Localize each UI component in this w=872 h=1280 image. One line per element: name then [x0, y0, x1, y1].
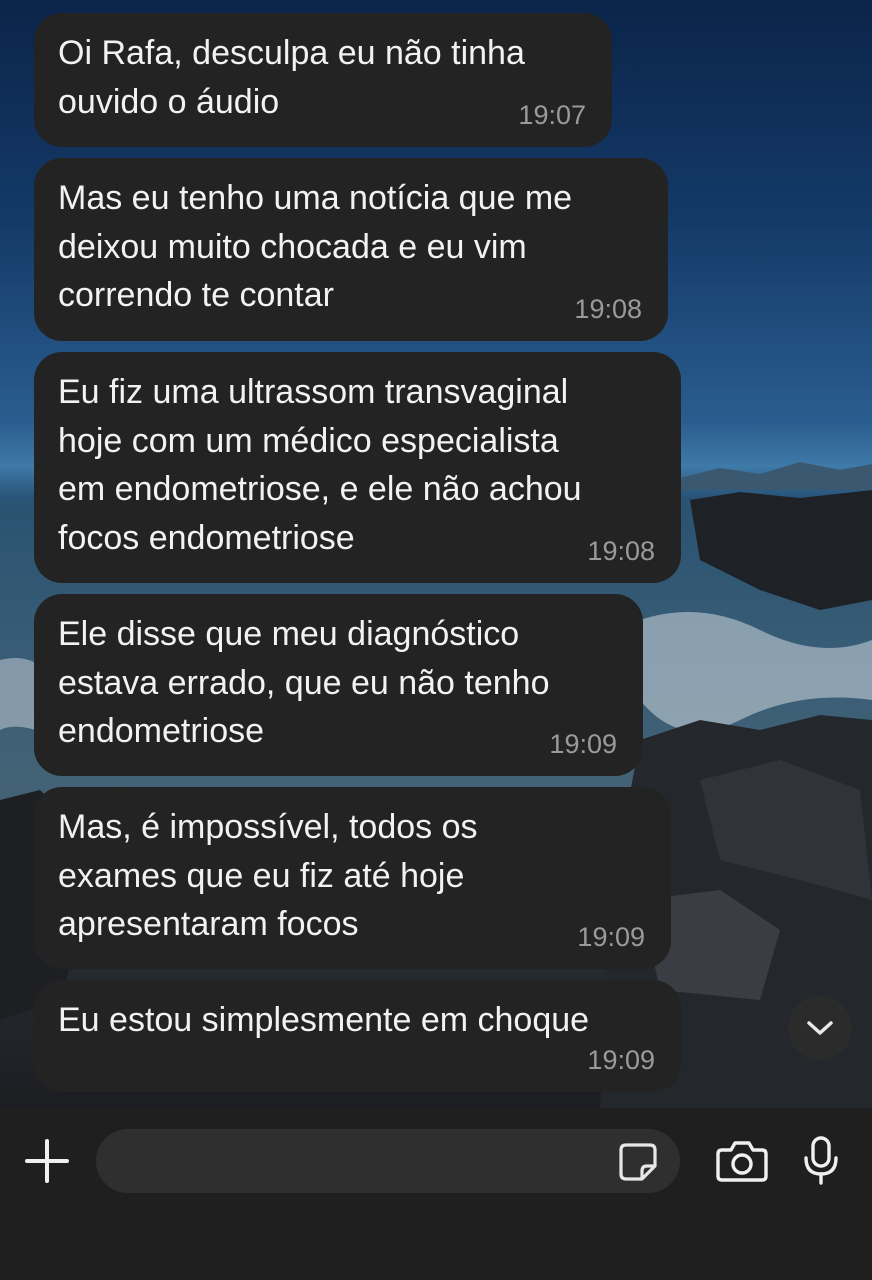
message-text: Eu fiz uma ultrassom transvaginal hoje c… [58, 373, 582, 557]
message-text: Ele disse que meu diagnóstico estava err… [58, 615, 550, 750]
message-text: Eu estou simplesmente em choque [58, 1001, 590, 1039]
message-bubble[interactable]: Mas, é impossível, todos os exames que e… [34, 787, 671, 969]
chevron-down-icon [807, 1021, 833, 1035]
message-text: Mas, é impossível, todos os exames que e… [58, 808, 478, 943]
message-bubble[interactable]: Eu estou simplesmente em choque 19:09 [34, 980, 681, 1092]
plus-icon[interactable] [24, 1138, 70, 1184]
sticker-icon[interactable] [618, 1142, 658, 1182]
message-bubble[interactable]: Mas eu tenho uma notícia que me deixou m… [34, 158, 668, 341]
message-list[interactable]: Oi Rafa, desculpa eu não tinha ouvido o … [0, 0, 872, 1110]
message-time: 19:09 [587, 1044, 655, 1075]
message-bubble[interactable]: Ele disse que meu diagnóstico estava err… [34, 594, 643, 776]
message-input[interactable] [96, 1129, 680, 1193]
camera-icon[interactable] [716, 1138, 768, 1184]
message-time: 19:08 [587, 535, 655, 566]
message-bubble[interactable]: Eu fiz uma ultrassom transvaginal hoje c… [34, 352, 681, 583]
microphone-icon[interactable] [802, 1136, 840, 1186]
message-time: 19:09 [549, 728, 617, 759]
message-time: 19:08 [574, 293, 642, 324]
message-time: 19:07 [518, 99, 586, 130]
message-time: 19:09 [577, 921, 645, 952]
message-text: Mas eu tenho uma notícia que me deixou m… [58, 179, 573, 314]
message-bubble[interactable]: Oi Rafa, desculpa eu não tinha ouvido o … [34, 13, 612, 147]
message-text: Oi Rafa, desculpa eu não tinha ouvido o … [58, 34, 525, 121]
scroll-to-bottom-button[interactable] [788, 996, 852, 1060]
